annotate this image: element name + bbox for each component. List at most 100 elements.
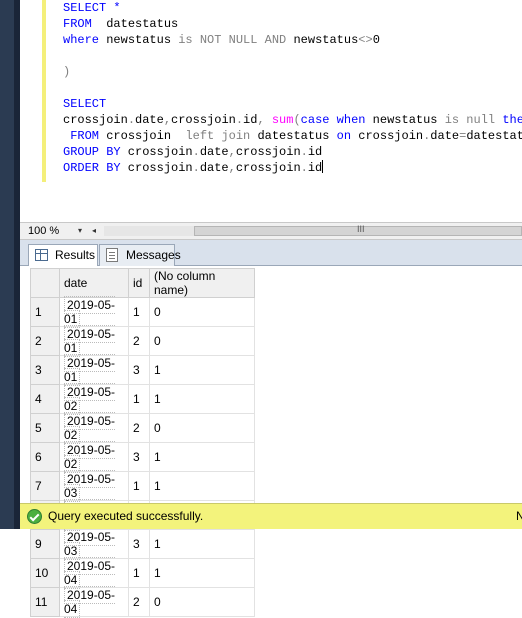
code-token: crossjoin <box>120 161 193 175</box>
status-bar: Query executed successfully. N <box>20 503 522 529</box>
table-cell[interactable]: 2019-05-01 <box>59 325 129 357</box>
horizontal-scrollbar[interactable]: III <box>104 224 522 236</box>
table-cell[interactable]: 0 <box>149 297 255 327</box>
table-row[interactable]: 1 2019-05-01 1 0 <box>30 296 255 328</box>
table-cell[interactable]: 2019-05-03 <box>59 470 129 502</box>
tab-messages[interactable]: Messages <box>99 244 181 266</box>
code-token: crossjoin <box>63 113 128 127</box>
table-cell[interactable]: 2019-05-01 <box>59 296 129 328</box>
date-value: 2019-05-01 <box>64 296 116 328</box>
code-token: datestatus <box>91 17 179 31</box>
date-value: 2019-05-01 <box>64 354 116 386</box>
code-token: id <box>307 145 323 159</box>
row-number-cell[interactable]: 6 <box>30 442 60 472</box>
scrollbar-thumb[interactable]: III <box>194 224 522 236</box>
code-token: date <box>430 129 460 143</box>
column-header[interactable]: date <box>59 268 129 298</box>
table-cell[interactable]: 2019-05-02 <box>59 383 129 415</box>
table-row[interactable]: 2 2019-05-01 2 0 <box>30 325 255 357</box>
row-number-cell[interactable]: 3 <box>30 355 60 385</box>
date-value: 2019-05-03 <box>64 470 116 502</box>
row-number-cell[interactable]: 11 <box>30 587 60 617</box>
table-cell[interactable]: 1 <box>128 471 150 501</box>
code-token: where <box>63 33 100 47</box>
table-cell[interactable]: 3 <box>128 355 150 385</box>
table-cell[interactable]: 1 <box>128 384 150 414</box>
messages-icon <box>106 248 118 262</box>
table-cell[interactable]: 1 <box>149 384 255 414</box>
table-cell[interactable]: 2019-05-02 <box>59 441 129 473</box>
row-number-cell[interactable]: 2 <box>30 326 60 356</box>
code-token: left join <box>185 129 251 143</box>
table-cell[interactable]: 3 <box>128 529 150 559</box>
code-line: ORDER BY crossjoin.date,crossjoin.id <box>63 160 522 176</box>
code-line: SELECT <box>63 96 522 112</box>
row-number-cell[interactable]: 9 <box>30 529 60 559</box>
code-token: ) <box>63 65 71 79</box>
scroll-left-icon[interactable]: ◂ <box>92 226 96 235</box>
code-token: . <box>235 113 244 127</box>
table-row[interactable]: 5 2019-05-02 2 0 <box>30 412 255 444</box>
table-cell[interactable]: 2019-05-04 <box>59 586 129 618</box>
table-cell[interactable]: 1 <box>128 558 150 588</box>
status-right-text: N <box>516 509 522 523</box>
row-number-cell[interactable]: 1 <box>30 297 60 327</box>
table-cell[interactable]: 1 <box>149 529 255 559</box>
table-row[interactable]: 3 2019-05-01 3 1 <box>30 354 255 386</box>
code-token: GROUP BY <box>63 145 121 159</box>
table-row[interactable]: 10 2019-05-04 1 1 <box>30 557 255 589</box>
code-token: SELECT <box>63 97 107 111</box>
table-row[interactable]: 9 2019-05-03 3 1 <box>30 528 255 560</box>
table-cell[interactable]: 2 <box>128 413 150 443</box>
sql-code[interactable]: SELECT * FROM datestatus where newstatus i… <box>63 0 522 176</box>
column-header[interactable]: id <box>128 268 150 298</box>
code-token: FROM <box>63 17 92 31</box>
table-cell[interactable]: 3 <box>128 442 150 472</box>
table-cell[interactable]: 0 <box>149 413 255 443</box>
code-token: SELECT * <box>63 1 121 15</box>
table-row[interactable]: 7 2019-05-03 1 1 <box>30 470 255 502</box>
code-line: FROM crossjoin left join datestatus on c… <box>63 128 522 144</box>
table-cell[interactable]: 1 <box>149 442 255 472</box>
code-token: on <box>336 129 352 143</box>
zoom-select[interactable]: 100 % <box>28 225 59 237</box>
code-token: date <box>135 113 164 127</box>
chevron-down-icon[interactable]: ▾ <box>78 226 82 235</box>
table-cell[interactable]: 2019-05-04 <box>59 557 129 589</box>
row-number-cell[interactable]: 10 <box>30 558 60 588</box>
table-cell[interactable]: 2 <box>128 587 150 617</box>
column-header[interactable]: (No column name) <box>149 268 255 298</box>
table-cell[interactable]: 2 <box>128 326 150 356</box>
code-token: newstatus <box>286 33 359 47</box>
table-row[interactable]: 11 2019-05-04 2 0 <box>30 586 255 618</box>
code-token: crossjoin <box>351 129 424 143</box>
code-token: crossjoin <box>171 113 236 127</box>
text-caret <box>322 160 324 173</box>
zoom-bar: 100 % ▾ ◂ III <box>20 222 522 240</box>
table-cell[interactable]: 1 <box>128 297 150 327</box>
table-cell[interactable]: 1 <box>149 471 255 501</box>
table-cell[interactable]: 2019-05-01 <box>59 354 129 386</box>
table-cell[interactable]: 2019-05-02 <box>59 412 129 444</box>
table-cell[interactable]: 1 <box>149 558 255 588</box>
row-number-cell[interactable]: 5 <box>30 413 60 443</box>
row-number-cell[interactable]: 4 <box>30 384 60 414</box>
change-tracking-margin <box>42 0 46 182</box>
table-cell[interactable]: 2019-05-03 <box>59 528 129 560</box>
date-value: 2019-05-01 <box>64 325 116 357</box>
row-number-header[interactable] <box>30 268 60 298</box>
code-token: crossjoin <box>235 145 301 159</box>
table-cell[interactable]: 0 <box>149 326 255 356</box>
table-row[interactable]: 4 2019-05-02 1 1 <box>30 383 255 415</box>
table-cell[interactable]: 0 <box>149 587 255 617</box>
results-grid[interactable]: date id (No column name) 1 2019-05-01 1 0 2 201… <box>30 268 255 618</box>
code-token: datestatus <box>250 129 337 143</box>
code-token: . <box>192 161 200 175</box>
table-cell[interactable]: 1 <box>149 355 255 385</box>
row-number-cell[interactable]: 7 <box>30 471 60 501</box>
code-token: is null <box>444 113 496 127</box>
query-editor[interactable]: SELECT * FROM datestatus where newstatus i… <box>20 0 522 222</box>
tab-results[interactable]: Results <box>28 244 98 266</box>
table-row[interactable]: 6 2019-05-02 3 1 <box>30 441 255 473</box>
code-token: date <box>199 161 229 175</box>
